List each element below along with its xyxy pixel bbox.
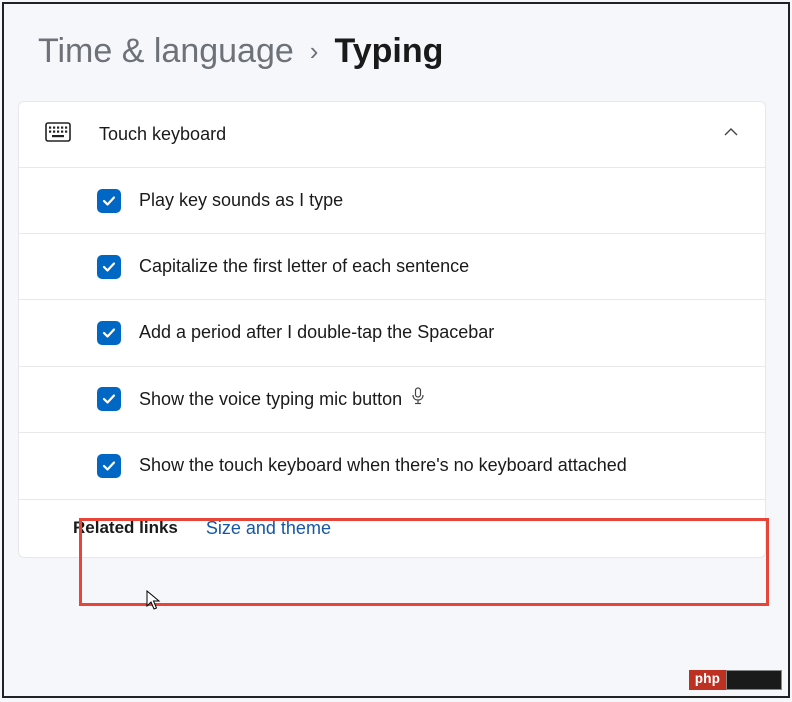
breadcrumb-separator: › <box>310 36 319 67</box>
checkbox-show-touch-keyboard-no-keyboard[interactable] <box>97 454 121 478</box>
keyboard-icon <box>45 122 99 147</box>
touch-keyboard-section-header[interactable]: Touch keyboard <box>19 102 765 168</box>
option-show-touch-keyboard-no-keyboard: Show the touch keyboard when there's no … <box>19 433 765 499</box>
settings-panel: Touch keyboard Play key sounds as I type… <box>18 101 766 558</box>
watermark: php <box>689 670 782 690</box>
breadcrumb: Time & language › Typing <box>4 4 788 91</box>
related-links-row: Related links Size and theme <box>19 500 765 557</box>
option-label: Play key sounds as I type <box>139 188 343 213</box>
option-label: Add a period after I double-tap the Spac… <box>139 320 494 345</box>
size-and-theme-link[interactable]: Size and theme <box>206 518 331 539</box>
option-label: Show the touch keyboard when there's no … <box>139 453 627 478</box>
chevron-up-icon <box>723 124 739 145</box>
breadcrumb-current: Typing <box>334 32 443 71</box>
section-title: Touch keyboard <box>99 124 723 145</box>
checkbox-capitalize-first-letter[interactable] <box>97 255 121 279</box>
option-label: Capitalize the first letter of each sent… <box>139 254 469 279</box>
microphone-icon <box>411 387 425 412</box>
watermark-text: php <box>689 670 726 690</box>
breadcrumb-parent[interactable]: Time & language <box>38 32 294 71</box>
checkbox-voice-typing-mic[interactable] <box>97 387 121 411</box>
option-label: Show the voice typing mic button <box>139 387 425 413</box>
cursor-icon <box>146 590 164 617</box>
option-play-key-sounds: Play key sounds as I type <box>19 168 765 234</box>
checkbox-play-key-sounds[interactable] <box>97 189 121 213</box>
option-capitalize-first-letter: Capitalize the first letter of each sent… <box>19 234 765 300</box>
checkbox-add-period-spacebar[interactable] <box>97 321 121 345</box>
watermark-block <box>726 670 782 690</box>
option-voice-typing-mic: Show the voice typing mic button <box>19 367 765 434</box>
related-links-label: Related links <box>73 518 178 538</box>
option-add-period-spacebar: Add a period after I double-tap the Spac… <box>19 300 765 366</box>
